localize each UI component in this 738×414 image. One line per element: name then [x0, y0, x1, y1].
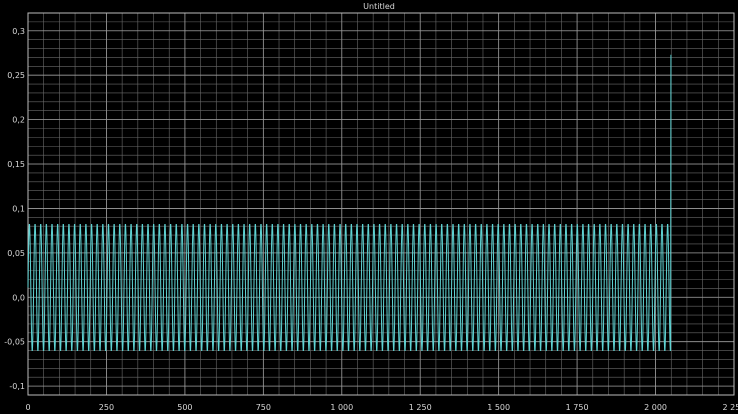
x-axis-tick-labels: 0 250 500 750 1 000 1 250 1 500 1 750 2 000 2 250	[25, 403, 738, 412]
y-tick-label: 0,0	[12, 293, 25, 302]
y-tick-label: 0,15	[7, 160, 25, 169]
y-tick-label: 0,2	[12, 116, 25, 125]
axes	[27, 12, 735, 396]
y-axis-tick-labels: -0,1 -0,05 0,0 0,05 0,1 0,15 0,2 0,25 0,3	[4, 27, 25, 391]
y-tick-label: 0,1	[12, 204, 25, 213]
x-tick-label: 750	[256, 403, 271, 412]
x-tick-label: 500	[177, 403, 192, 412]
x-tick-label: 2 000	[644, 403, 667, 412]
y-tick-label: 0,3	[12, 27, 25, 36]
y-tick-label: 0,05	[7, 249, 25, 258]
plot-frame	[27, 12, 735, 396]
x-tick-label: 1 000	[330, 403, 353, 412]
chart: Untitled 0 250 500 750 1 000 1 250 1 500 1 750 2…	[4, 2, 738, 412]
x-tick-label: 1 500	[487, 403, 510, 412]
x-tick-label: 250	[99, 403, 114, 412]
y-tick-label: 0,25	[7, 71, 25, 80]
x-tick-label: 1 250	[409, 403, 432, 412]
chart-title: Untitled	[363, 2, 395, 11]
x-tick-label: 1 750	[566, 403, 589, 412]
x-tick-label: 2 250	[723, 403, 738, 412]
y-tick-label: -0,05	[4, 338, 25, 347]
x-tick-label: 0	[25, 403, 30, 412]
grid	[27, 12, 735, 396]
y-tick-label: -0,1	[9, 382, 25, 391]
